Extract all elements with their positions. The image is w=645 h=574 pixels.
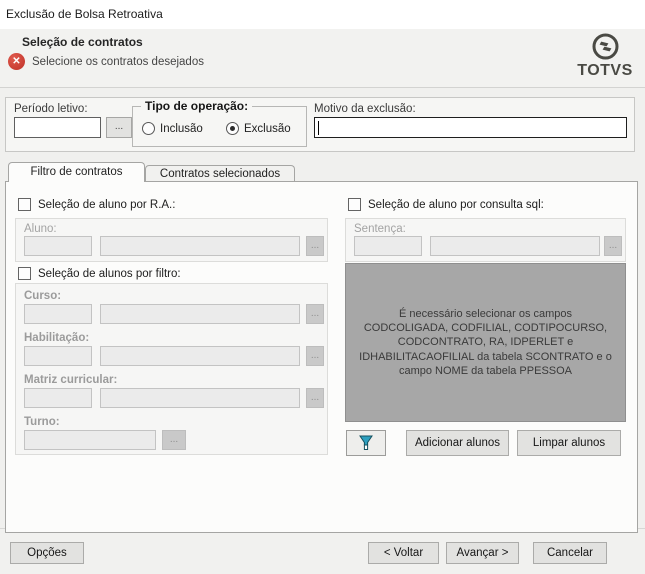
curso-codigo-input [24, 304, 92, 324]
error-icon: ✕ [8, 53, 25, 70]
opcoes-button[interactable]: Opções [10, 542, 84, 564]
sentenca-groupbox: Sentença: ... [345, 218, 626, 262]
validation-message: Selecione os contratos desejados [32, 56, 204, 68]
sentenca-browse-button: ... [604, 236, 622, 256]
wizard-header: Seleção de contratos ✕ Selecione os cont… [0, 29, 645, 88]
turno-input [24, 430, 156, 450]
turno-label: Turno: [24, 416, 60, 428]
matriz-codigo-input [24, 388, 92, 408]
text-caret [318, 121, 319, 135]
limpar-alunos-button[interactable]: Limpar alunos [517, 430, 621, 456]
checkbox-selecao-por-filtro[interactable]: Seleção de alunos por filtro: [18, 267, 181, 280]
habilitacao-codigo-input [24, 346, 92, 366]
aluno-nome-input [100, 236, 300, 256]
tab-filtro-de-contratos[interactable]: Filtro de contratos [8, 162, 145, 182]
filtro-groupbox: Curso: ... Habilitação: ... Matriz curri… [15, 283, 328, 455]
radio-exclusao-label: Exclusão [244, 123, 291, 135]
curso-label: Curso: [24, 290, 61, 302]
cancelar-button[interactable]: Cancelar [533, 542, 607, 564]
aluno-label: Aluno: [24, 223, 57, 235]
title-bar: Exclusão de Bolsa Retroativa [0, 0, 645, 29]
periodo-letivo-input[interactable] [14, 117, 101, 138]
radio-exclusao[interactable]: Exclusão [226, 122, 291, 135]
checkbox-selecao-por-filtro-label: Seleção de alunos por filtro: [38, 268, 181, 280]
motivo-exclusao-input[interactable] [314, 117, 627, 138]
radio-inclusao[interactable]: Inclusão [142, 122, 203, 135]
sentenca-nome-input [430, 236, 600, 256]
tab-contratos-selecionados[interactable]: Contratos selecionados [145, 165, 295, 182]
totvs-logo: TOTVS [574, 33, 636, 80]
funnel-icon [359, 435, 373, 451]
radio-exclusao-icon [226, 122, 239, 135]
checkbox-selecao-por-sql[interactable]: Seleção de aluno por consulta sql: [348, 198, 544, 211]
checkbox-selecao-por-ra[interactable]: Seleção de aluno por R.A.: [18, 198, 175, 211]
tab-panel-filtro-de-contratos: Seleção de aluno por R.A.: Aluno: ... Se… [5, 181, 638, 533]
checkbox-selecao-por-ra-label: Seleção de aluno por R.A.: [38, 199, 175, 211]
matriz-browse-button: ... [306, 388, 324, 408]
curso-browse-button: ... [306, 304, 324, 324]
checkbox-icon [348, 198, 361, 211]
curso-nome-input [100, 304, 300, 324]
window-title: Exclusão de Bolsa Retroativa [6, 7, 163, 21]
sql-info-box: É necessário selecionar os campos CODCOL… [345, 263, 626, 422]
turno-browse-button: ... [162, 430, 186, 450]
tipo-operacao-title: Tipo de operação: [141, 99, 252, 113]
habilitacao-nome-input [100, 346, 300, 366]
habilitacao-label: Habilitação: [24, 332, 89, 344]
radio-inclusao-label: Inclusão [160, 123, 203, 135]
motivo-exclusao-label: Motivo da exclusão: [314, 103, 416, 115]
filters-bar: Período letivo: ... Tipo de operação: In… [5, 97, 635, 152]
totvs-logo-text: TOTVS [574, 62, 636, 80]
radio-inclusao-icon [142, 122, 155, 135]
checkbox-icon [18, 267, 31, 280]
periodo-letivo-label: Período letivo: [14, 103, 88, 115]
step-title: Seleção de contratos [22, 35, 143, 49]
sentenca-label: Sentença: [354, 223, 406, 235]
dialog-exclusao-bolsa-retroativa: Exclusão de Bolsa Retroativa Seleção de … [0, 0, 645, 574]
aluno-groupbox: Aluno: ... [15, 218, 328, 262]
tipo-operacao-groupbox: Tipo de operação: Inclusão Exclusão [132, 106, 307, 147]
periodo-browse-button[interactable]: ... [106, 117, 132, 138]
checkbox-selecao-por-sql-label: Seleção de aluno por consulta sql: [368, 199, 544, 211]
footer-bar: Opções < Voltar Avançar > Cancelar [0, 529, 645, 574]
totvs-logo-icon [592, 33, 619, 60]
voltar-button[interactable]: < Voltar [368, 542, 439, 564]
matriz-nome-input [100, 388, 300, 408]
adicionar-alunos-button[interactable]: Adicionar alunos [406, 430, 509, 456]
matriz-curricular-label: Matriz curricular: [24, 374, 117, 386]
avancar-button[interactable]: Avançar > [446, 542, 519, 564]
sentenca-codigo-input [354, 236, 422, 256]
filter-button[interactable] [346, 430, 386, 456]
habilitacao-browse-button: ... [306, 346, 324, 366]
checkbox-icon [18, 198, 31, 211]
aluno-codigo-input [24, 236, 92, 256]
aluno-browse-button: ... [306, 236, 324, 256]
